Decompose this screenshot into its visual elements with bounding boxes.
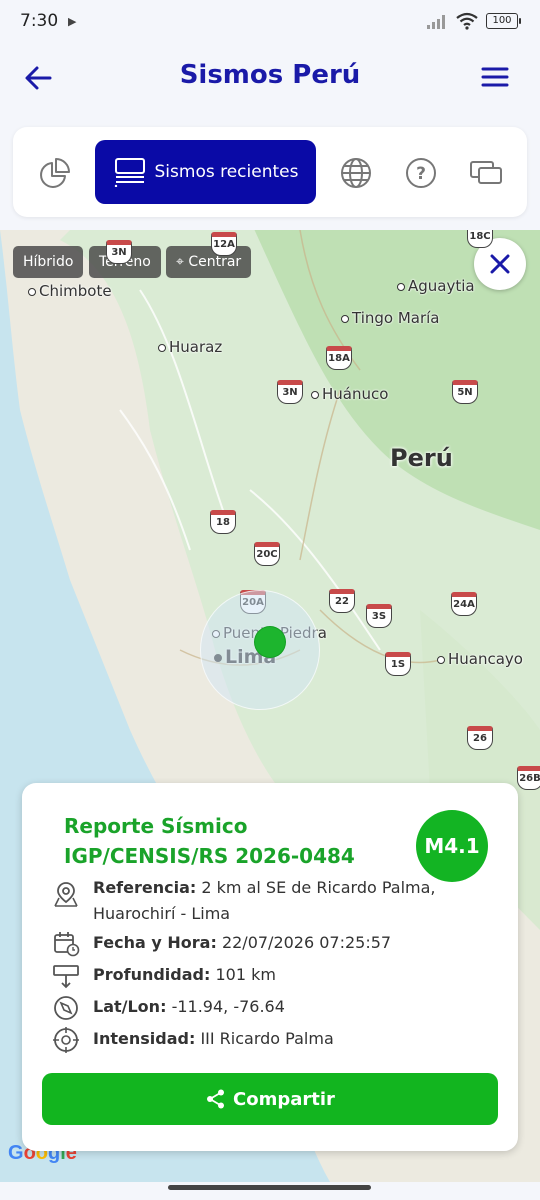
share-label: Compartir (233, 1088, 335, 1110)
hybrid-map-button[interactable]: Híbrido (13, 246, 84, 278)
place-label: Huaraz (158, 338, 222, 356)
list-screen-icon (114, 158, 145, 187)
pie-chart-icon[interactable] (37, 155, 73, 191)
place-label: Tingo María (341, 309, 440, 327)
tab-recent-label: Sismos recientes (154, 162, 299, 182)
share-icon (207, 1089, 225, 1109)
center-map-label: Centrar (188, 254, 242, 270)
report-id: IGP/CENSIS/RS 2026-0484 (64, 844, 355, 868)
depth-text: Profundidad: 101 km (93, 965, 276, 984)
place-label: Huancayo (437, 650, 523, 668)
hamburger-menu-icon[interactable] (480, 62, 510, 92)
highway-shield: 26B (517, 766, 540, 790)
highway-shield: 3N (277, 380, 303, 404)
calendar-clock-icon (54, 932, 80, 957)
battery-icon: 100 (486, 13, 521, 29)
highway-shield: 12A (211, 232, 237, 256)
tab-recent-earthquakes[interactable]: Sismos recientes (95, 140, 316, 204)
highway-shield: 3N (106, 240, 132, 264)
highway-shield: 3S (366, 604, 392, 628)
latlon-text: Lat/Lon: -11.94, -76.64 (93, 997, 285, 1016)
share-button[interactable]: Compartir (42, 1073, 498, 1125)
intensity-text: Intensidad: III Ricardo Palma (93, 1029, 334, 1048)
highway-shield: 1S (385, 652, 411, 676)
place-label: Chimbote (28, 282, 112, 300)
earthquake-report-card: Reporte Sísmico IGP/CENSIS/RS 2026-0484 … (22, 783, 518, 1151)
highway-shield: 20C (254, 542, 280, 566)
reference-text: Referencia: 2 km al SE de Ricardo Palma,… (93, 878, 436, 923)
highway-shield: 26 (467, 726, 493, 750)
status-time: 7:30 (20, 11, 59, 31)
place-label: Huánuco (311, 385, 388, 403)
location-pin-icon (54, 882, 78, 907)
compass-icon (54, 996, 78, 1020)
highway-shield: 24A (451, 592, 477, 616)
target-icon (53, 1027, 79, 1053)
svg-text:?: ? (416, 164, 426, 184)
report-title: Reporte Sísmico IGP/CENSIS/RS 2026-0484 (64, 811, 355, 871)
globe-icon[interactable] (338, 155, 374, 191)
play-store-icon: ▶ (68, 15, 77, 28)
help-icon[interactable]: ? (403, 155, 439, 191)
report-title-line1: Reporte Sísmico (64, 814, 248, 838)
earthquake-marker[interactable] (255, 627, 285, 657)
page-title: Sismos Perú (179, 60, 361, 90)
highway-shield: 18 (210, 510, 236, 534)
datetime-text: Fecha y Hora: 22/07/2026 07:25:57 (93, 933, 392, 952)
signal-icon (427, 15, 445, 29)
country-label: Perú (390, 444, 453, 472)
status-bar: 7:30 ▶ 100 (0, 0, 540, 46)
wifi-icon (456, 12, 478, 30)
highway-shield: 5N (452, 380, 478, 404)
highway-shield: 22 (329, 589, 355, 613)
highway-shield: 18C (467, 230, 493, 248)
depth-icon (53, 965, 79, 989)
center-map-button[interactable]: ⌖ Centrar (166, 246, 252, 278)
app-bar: Sismos Perú (0, 46, 540, 110)
navigation-tabs: Sismos recientes ? (13, 127, 527, 217)
crosshair-icon: ⌖ (176, 254, 184, 270)
windows-icon[interactable] (468, 155, 504, 191)
magnitude-badge: M4.1 (416, 810, 488, 882)
status-indicators: 100 (426, 12, 521, 30)
highway-shield: 18A (326, 346, 352, 370)
home-indicator[interactable] (168, 1185, 371, 1190)
place-label: Aguaytia (397, 277, 475, 295)
